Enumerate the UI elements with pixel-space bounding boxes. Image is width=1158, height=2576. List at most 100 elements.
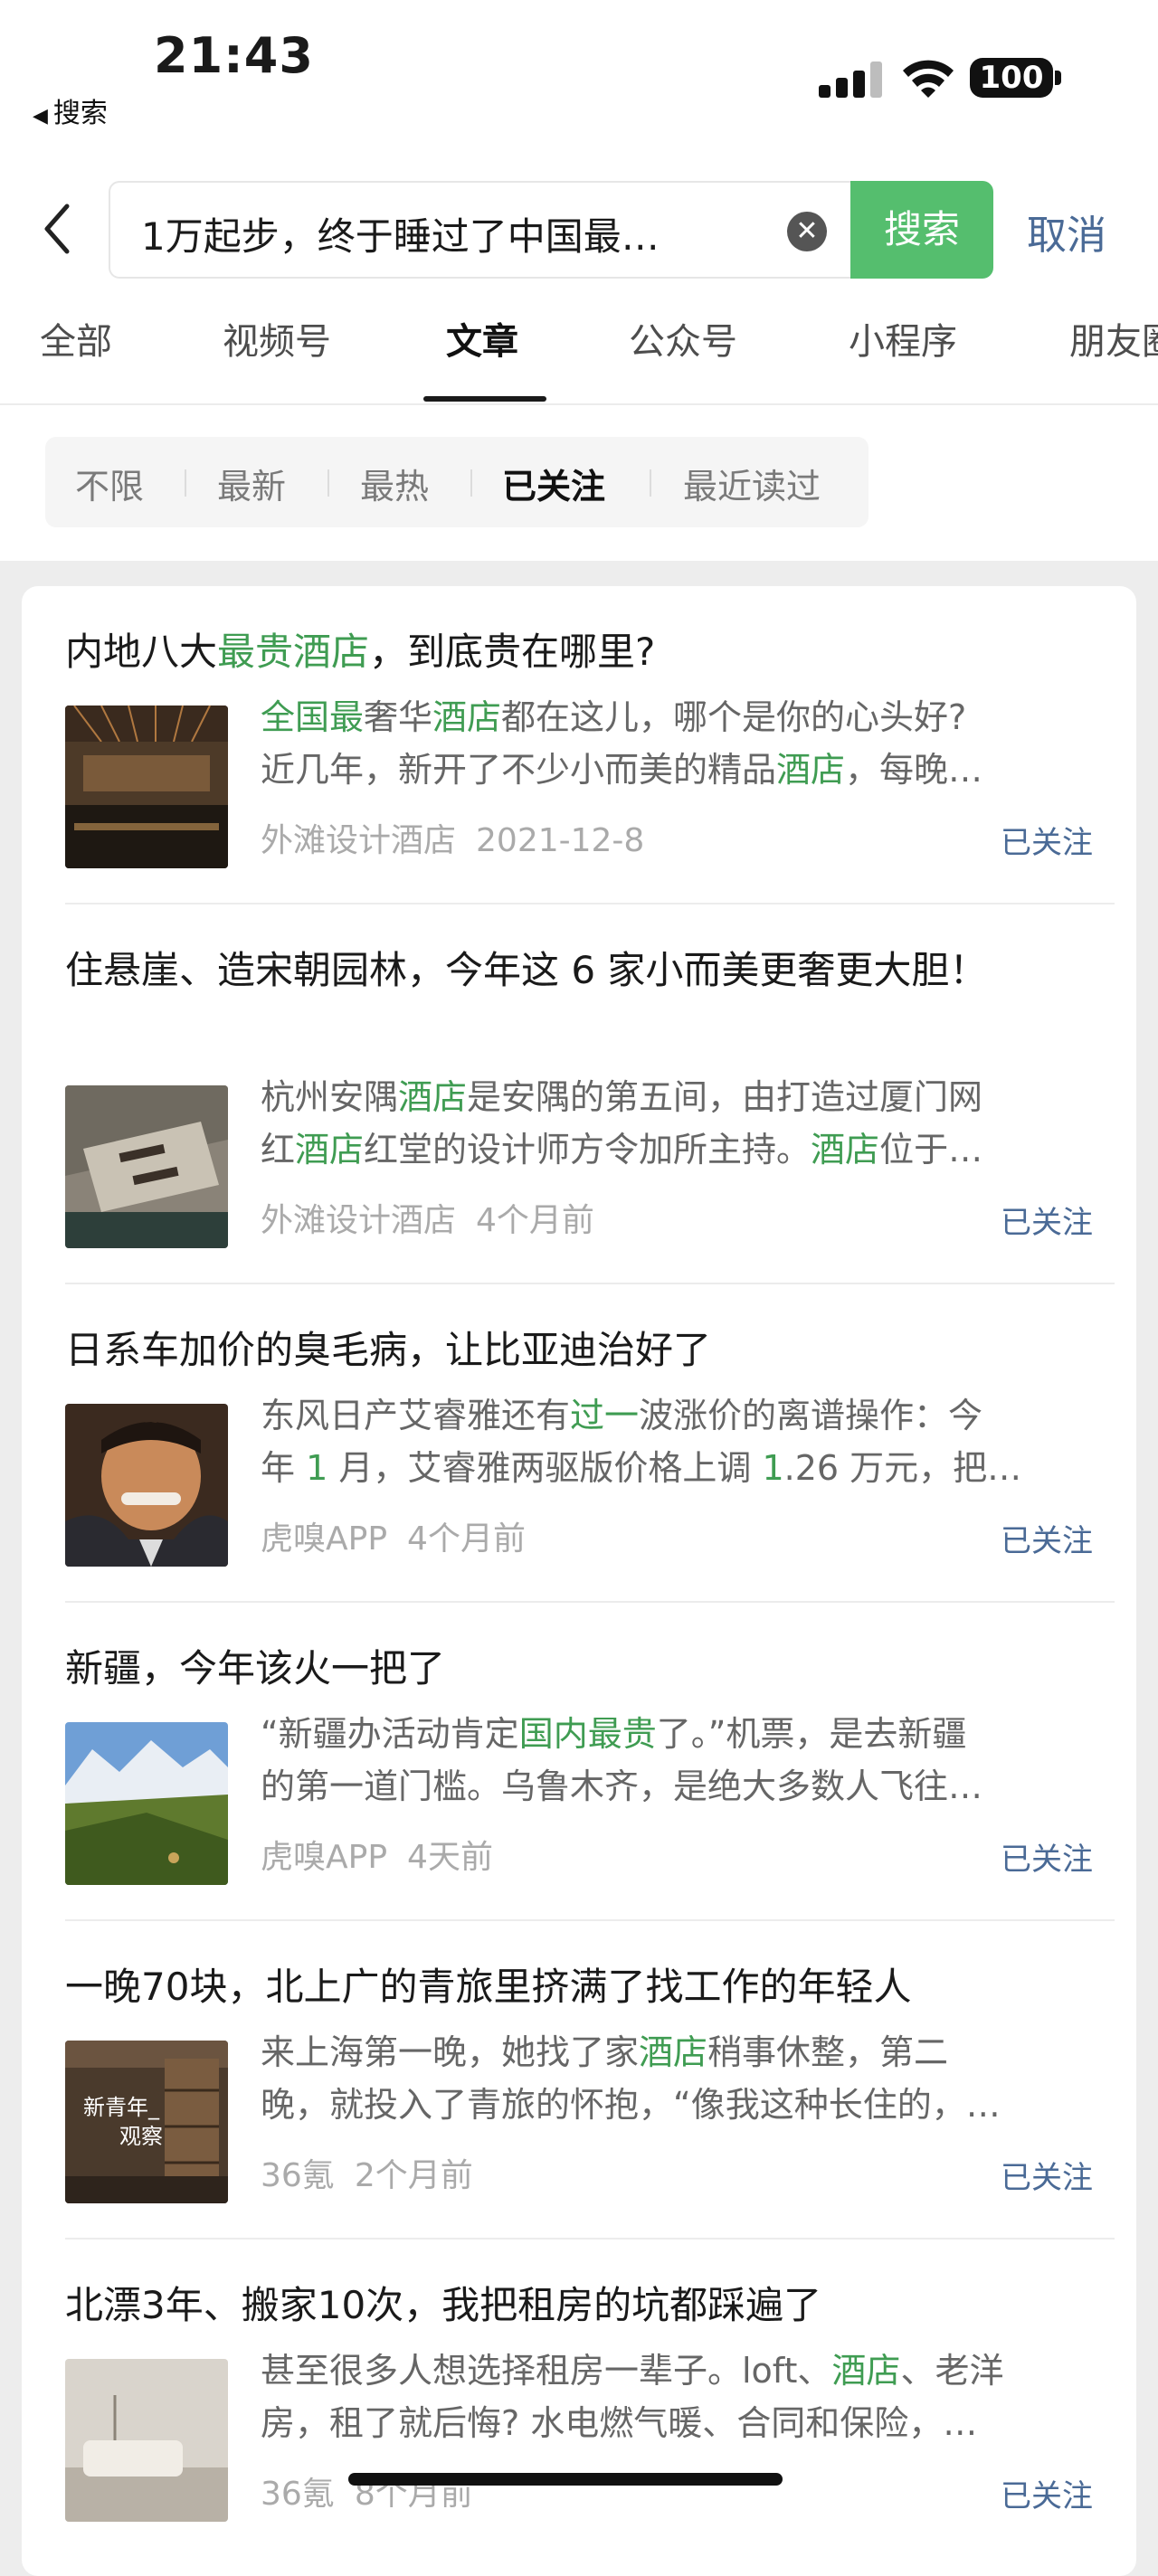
result-divider	[65, 1919, 1115, 1921]
keyword-highlight: 酒店	[776, 750, 846, 790]
result-description: “新疆办活动肯定国内最贵了。”机票，是去新疆 的第一道门槛。乌鲁木齐，是绝大多数…	[261, 1708, 1093, 1813]
filter-newest[interactable]: 最新	[217, 459, 286, 508]
text-segment: 近几年，新开了不少小而美的精品	[261, 750, 777, 790]
text-segment: 内地八大	[65, 630, 218, 674]
search-button[interactable]: 搜索	[850, 181, 993, 279]
result-source: 虎嗅APP	[261, 1520, 388, 1558]
keyword-highlight: 全国最	[261, 697, 365, 737]
status-time: 21:43	[154, 27, 314, 84]
followed-badge: 已关注	[1001, 825, 1093, 861]
result-thumbnail-apartment	[65, 2359, 228, 2522]
result-meta: 外滩设计酒店 4个月前	[261, 1194, 594, 1241]
cellular-signal-icon	[819, 62, 884, 98]
text-segment: 是安隅的第五间，由打造过厦门网	[467, 1077, 983, 1117]
result-title: 日系车加价的臭毛病，让比亚迪治好了	[65, 1321, 1106, 1380]
followed-badge: 已关注	[1001, 1842, 1093, 1878]
text-segment: 位于…	[879, 1130, 983, 1170]
result-item[interactable]: 日系车加价的臭毛病，让比亚迪治好了	[65, 1321, 1115, 1380]
result-title: 新疆，今年该火一把了	[65, 1639, 1106, 1699]
followed-badge: 已关注	[1001, 1205, 1093, 1241]
keyword-highlight: 过一	[570, 1396, 640, 1435]
search-query-text: 1万起步，终于睡过了中国最…	[141, 214, 660, 259]
filter-followed[interactable]: 已关注	[502, 459, 605, 508]
text-segment: 月，艾睿雅两驱版价格上调	[327, 1448, 763, 1488]
result-item[interactable]: 住悬崖、造宋朝园林，今年这 6 家小而美更奢更大胆！	[65, 941, 1115, 1000]
result-description: 东风日产艾睿雅还有过一波涨价的离谱操作：今 年 1 月，艾睿雅两驱版价格上调 1…	[261, 1389, 1093, 1494]
tabs-divider	[0, 403, 1158, 405]
result-item[interactable]: 内地八大最贵酒店，到底贵在哪里?	[65, 622, 1115, 682]
keyword-highlight: 酒店	[831, 2351, 901, 2391]
text-segment: 日系车加价的臭毛病，让比亚迪治好了	[65, 1328, 712, 1372]
result-source: 36氪	[261, 2157, 335, 2194]
text-segment: 东风日产艾睿雅还有	[261, 1396, 571, 1435]
battery-tip	[1055, 71, 1061, 85]
keyword-highlight: 酒店	[432, 697, 502, 737]
text-segment: 红	[261, 1130, 296, 1170]
tab-moments[interactable]: 朋友圈	[1069, 312, 1158, 365]
filter-hottest[interactable]: 最热	[360, 459, 429, 508]
tab-official-accounts[interactable]: 公众号	[629, 312, 737, 365]
filter-divider	[650, 469, 651, 497]
result-title: 北漂3年、搬家10次，我把租房的坑都踩遍了	[65, 2276, 1106, 2335]
back-to-app-link[interactable]: ◀ 搜索	[33, 90, 108, 130]
text-segment: 甚至很多人想选择租房一辈子。loft、	[261, 2351, 832, 2391]
thumbnail-caption: 新青年_ 观察	[83, 2095, 163, 2149]
result-item[interactable]: 北漂3年、搬家10次，我把租房的坑都踩遍了	[65, 2276, 1115, 2335]
text-segment: 波涨价的离谱操作：今	[639, 1396, 983, 1435]
keyword-highlight: 最贵酒店	[217, 630, 370, 674]
text-segment: ，每晚…	[845, 750, 983, 790]
search-input[interactable]: 1万起步，终于睡过了中国最… ✕	[109, 181, 850, 279]
keyword-highlight: 1	[762, 1448, 784, 1488]
result-divider	[65, 1601, 1115, 1603]
keyword-highlight: 酒店	[295, 1130, 365, 1170]
result-description: 甚至很多人想选择租房一辈子。loft、酒店、老洋 房，租了就后悔? 水电燃气暖、…	[261, 2344, 1093, 2449]
tab-mini-programs[interactable]: 小程序	[849, 312, 957, 365]
text-segment: 住悬崖、造宋朝园林，今年这 6 家小而美更奢更大胆！	[65, 948, 988, 992]
text-segment: “新疆办活动肯定	[261, 1714, 519, 1754]
text-segment: 了。”机票，是去新疆	[656, 1714, 967, 1754]
back-arrow-icon[interactable]	[36, 197, 81, 260]
result-thumbnail-mountain-landscape	[65, 1722, 228, 1885]
text-segment: .26 万元，把…	[783, 1448, 1022, 1488]
result-source: 虎嗅APP	[261, 1839, 388, 1876]
back-app-label: 搜索	[52, 98, 108, 129]
text-segment: 一晚70块，北上广的青旅里挤满了找工作的年轻人	[65, 1965, 912, 2009]
result-source: 36氪	[261, 2476, 335, 2513]
cancel-button[interactable]: 取消	[1027, 203, 1106, 260]
tab-articles[interactable]: 文章	[446, 312, 518, 365]
text-segment: 都在这儿，哪个是你的心头好?	[501, 697, 967, 737]
text-segment: ，到底贵在哪里?	[369, 630, 656, 674]
text-segment: 奢华	[364, 697, 433, 737]
text-segment: 稍事休整，第二	[707, 2032, 949, 2072]
followed-badge: 已关注	[1001, 1523, 1093, 1559]
active-tab-indicator	[423, 396, 546, 402]
text-segment: 新疆，今年该火一把了	[65, 1646, 446, 1690]
filter-any[interactable]: 不限	[75, 459, 144, 508]
text-segment: 的第一道门槛。乌鲁木齐，是绝大多数人飞往…	[261, 1766, 983, 1806]
filter-recently-read[interactable]: 最近读过	[683, 459, 821, 508]
result-thumbnail-hostel: 新青年_ 观察	[65, 2041, 228, 2203]
clear-icon[interactable]: ✕	[787, 212, 827, 251]
result-divider	[65, 2238, 1115, 2240]
result-description: 全国最奢华酒店都在这儿，哪个是你的心头好? 近几年，新开了不少小而美的精品酒店，…	[261, 691, 1093, 796]
result-date: 4个月前	[476, 1202, 594, 1239]
keyword-highlight: 国内最贵	[518, 1714, 657, 1754]
result-source: 外滩设计酒店	[261, 1202, 457, 1239]
keyword-highlight: 1	[306, 1448, 328, 1488]
tab-channels[interactable]: 视频号	[223, 312, 331, 365]
result-date: 2个月前	[354, 2157, 473, 2194]
result-meta: 虎嗅APP 4个月前	[261, 1512, 526, 1559]
result-item[interactable]: 新疆，今年该火一把了	[65, 1639, 1115, 1699]
result-date: 2021-12-8	[476, 822, 645, 859]
result-title: 一晚70块，北上广的青旅里挤满了找工作的年轻人	[65, 1957, 1106, 2017]
result-meta: 虎嗅APP 4天前	[261, 1831, 493, 1878]
text-segment: 红堂的设计师方令加所主持。	[364, 1130, 812, 1170]
keyword-highlight: 酒店	[398, 1077, 468, 1117]
result-title: 内地八大最贵酒店，到底贵在哪里?	[65, 622, 1106, 682]
result-item[interactable]: 一晚70块，北上广的青旅里挤满了找工作的年轻人	[65, 1957, 1115, 2017]
tab-all[interactable]: 全部	[40, 312, 112, 365]
text-segment: 、老洋	[900, 2351, 1004, 2391]
home-indicator	[348, 2473, 783, 2486]
text-segment: 年	[261, 1448, 307, 1488]
result-meta: 外滩设计酒店 2021-12-8	[261, 814, 644, 861]
